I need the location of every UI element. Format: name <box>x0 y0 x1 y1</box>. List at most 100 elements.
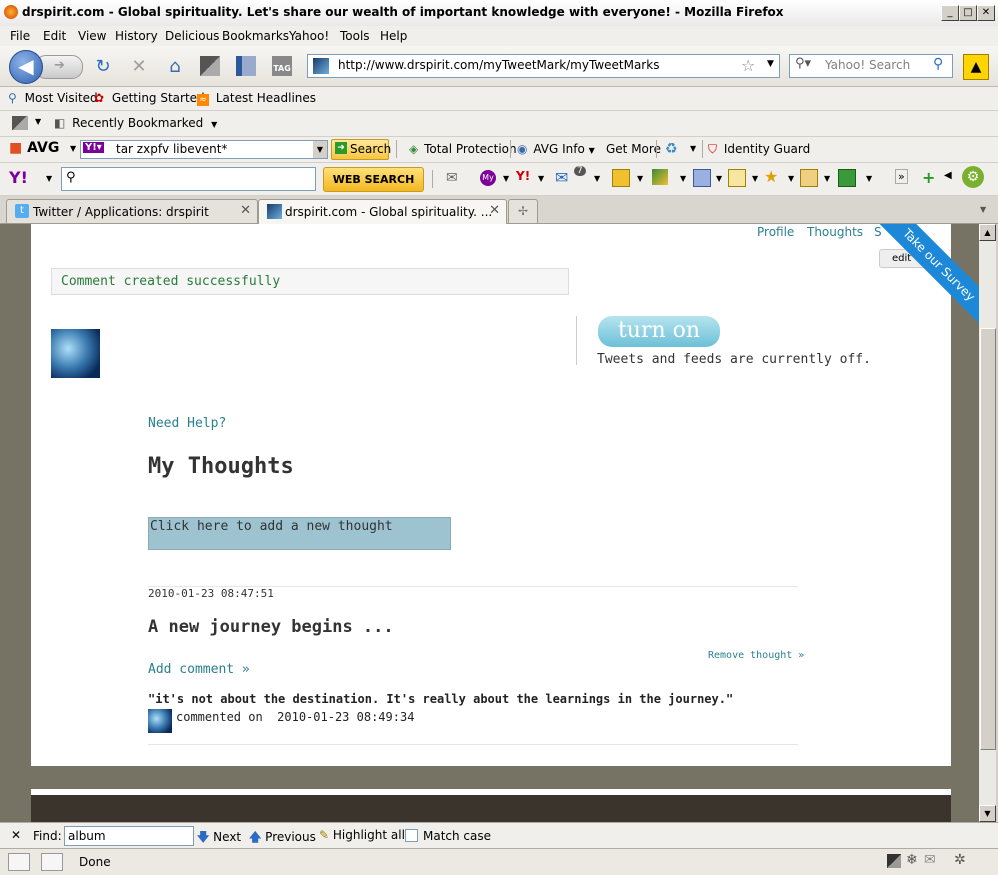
s-link[interactable]: S <box>874 225 882 239</box>
tab-drspirit[interactable]: drspirit.com - Global spirituality. ... … <box>258 199 507 224</box>
notes-icon[interactable] <box>728 169 746 187</box>
chevron-down-icon[interactable]: ▼ <box>752 174 758 183</box>
my-yahoo-icon[interactable]: My <box>480 170 496 186</box>
home-icon[interactable]: ⌂ <box>164 56 186 78</box>
screen-dropdown-icon[interactable]: ▼ <box>35 117 41 126</box>
chevron-down-icon[interactable]: ▼ <box>46 174 52 183</box>
mail-icon[interactable]: ✉ <box>555 168 568 187</box>
sidebar-icon[interactable] <box>236 56 258 78</box>
addon-icon[interactable] <box>887 854 901 868</box>
snowflake-icon[interactable]: ❄ <box>906 852 918 868</box>
scrollbar-thumb[interactable] <box>980 328 996 750</box>
notepad-icon[interactable] <box>612 169 630 187</box>
overflow-chevron-icon[interactable]: » <box>895 169 908 184</box>
screen-grab-icon[interactable] <box>200 56 222 78</box>
match-case-checkbox[interactable] <box>405 829 418 842</box>
chevron-down-icon[interactable]: ▼ <box>538 174 544 183</box>
new-tab-button[interactable]: ✢ <box>508 199 538 223</box>
search-go-icon[interactable]: ⚲ <box>933 56 943 72</box>
yahoo-y-icon[interactable]: Y! <box>516 169 530 183</box>
menu-tools[interactable]: Tools <box>340 29 370 43</box>
firebug-icon[interactable]: ✲ <box>954 852 966 868</box>
scroll-left-icon[interactable]: ◀ <box>944 170 952 181</box>
scroll-down-icon[interactable]: ▼ <box>979 805 996 822</box>
search-engine-icon[interactable]: ⚲▾ <box>795 56 811 71</box>
menu-yahoo[interactable]: Yahoo! <box>289 29 329 43</box>
menu-help[interactable]: Help <box>380 29 407 43</box>
avg-search-dropdown-icon[interactable]: ▼ <box>313 141 327 158</box>
envelope-icon[interactable] <box>800 169 818 187</box>
menu-delicious[interactable]: Delicious <box>165 29 219 43</box>
mail-status-icon[interactable]: ✉ <box>924 852 936 868</box>
get-more-item[interactable]: Get More <box>606 142 661 156</box>
menu-history[interactable]: History <box>115 29 158 43</box>
chevron-down-icon[interactable]: ▼ <box>788 174 794 183</box>
scroll-up-icon[interactable]: ▲ <box>979 224 996 241</box>
screen-icon[interactable] <box>12 116 28 130</box>
bookmarks-icon[interactable] <box>693 169 711 187</box>
recycle-icon[interactable]: ♻ <box>665 141 678 157</box>
yahoo-search-input[interactable]: ⚲ <box>61 167 316 191</box>
menu-edit[interactable]: Edit <box>43 29 66 43</box>
identity-guard-item[interactable]: ⛉ Identity Guard <box>708 142 810 157</box>
page-icon[interactable] <box>41 853 63 871</box>
bookmark-star-icon[interactable]: ☆ <box>741 56 755 75</box>
find-input[interactable] <box>64 826 194 846</box>
close-find-icon[interactable]: ✕ <box>11 828 21 842</box>
back-button[interactable]: ◀ <box>9 50 43 84</box>
avg-info-item[interactable]: ◉ AVG Info ▼ <box>517 142 595 156</box>
photo-icon[interactable] <box>652 169 668 185</box>
chevron-down-icon[interactable]: ▼ <box>716 174 722 183</box>
latest-headlines-bookmark[interactable]: ≈ Latest Headlines <box>197 91 316 106</box>
add-button-icon[interactable]: + <box>922 168 935 187</box>
menu-view[interactable]: View <box>78 29 106 43</box>
avg-dropdown-icon[interactable]: ▼ <box>70 144 76 153</box>
screen-icon[interactable] <box>8 853 30 871</box>
thoughts-link[interactable]: Thoughts <box>807 225 863 239</box>
reload-icon[interactable]: ↻ <box>92 56 114 78</box>
survey-ribbon[interactable]: Take our Survey <box>873 224 979 331</box>
menu-file[interactable]: File <box>10 29 30 43</box>
total-protection-item[interactable]: ◈ Total Protection <box>409 142 517 156</box>
chevron-down-icon[interactable]: ▼ <box>680 174 686 183</box>
maximize-button[interactable]: □ <box>959 5 977 21</box>
star-icon[interactable]: ★ <box>764 167 778 186</box>
chevron-down-icon[interactable]: ▼ <box>503 174 509 183</box>
yahoo-logo[interactable]: Y! <box>9 168 28 187</box>
match-case-label[interactable]: Match case <box>423 829 491 843</box>
answers-icon[interactable]: ✉ <box>446 170 458 186</box>
tag-icon[interactable]: TAG <box>272 56 294 78</box>
tab-twitter[interactable]: t Twitter / Applications: drspirit ✕ <box>6 199 258 223</box>
close-tab-icon[interactable]: ✕ <box>489 203 500 218</box>
avg-search-button[interactable]: ➜ Search <box>331 139 391 160</box>
extension-icon[interactable]: ▲ <box>963 54 989 80</box>
chevron-down-icon[interactable]: ▼ <box>824 174 830 183</box>
minimize-button[interactable]: _ <box>941 5 959 21</box>
add-comment-link[interactable]: Add comment » <box>148 662 250 677</box>
highlight-all-button[interactable]: ✎ Highlight all <box>319 828 405 842</box>
find-previous-button[interactable]: 🡅 Previous <box>249 828 316 849</box>
close-tab-icon[interactable]: ✕ <box>240 203 251 218</box>
url-dropdown-icon[interactable]: ▼ <box>767 59 774 69</box>
need-help-link[interactable]: Need Help? <box>148 416 226 431</box>
find-next-button[interactable]: 🡇 Next <box>197 828 241 849</box>
menu-bookmarks[interactable]: Bookmarks <box>222 29 289 43</box>
stop-icon[interactable]: ✕ <box>128 56 150 78</box>
chevron-down-icon[interactable]: ▼ <box>866 174 872 183</box>
add-thought-button[interactable]: Click here to add a new thought <box>148 517 451 550</box>
recently-bookmarked-menu[interactable]: ◧ Recently Bookmarked ▼ <box>54 116 217 130</box>
vertical-scrollbar[interactable]: ▲ ▼ <box>979 224 996 822</box>
remove-thought-link[interactable]: Remove thought » <box>708 650 804 661</box>
chevron-down-icon[interactable]: ▼ <box>690 144 696 153</box>
tab-list-icon[interactable]: ▼ <box>980 205 986 214</box>
web-search-button[interactable]: WEB SEARCH <box>323 167 424 192</box>
profile-link[interactable]: Profile <box>757 225 794 239</box>
getting-started-bookmark[interactable]: ✿ Getting Started <box>94 91 205 105</box>
turn-on-button[interactable]: turn on <box>598 316 720 347</box>
chevron-down-icon[interactable]: ▼ <box>637 174 643 183</box>
avg-logo[interactable]: ■ AVG <box>9 140 59 156</box>
url-bar[interactable]: http://www.drspirit.com/myTweetMark/myTw… <box>307 54 780 78</box>
chevron-down-icon[interactable]: ▼ <box>594 174 600 183</box>
calendar-icon[interactable] <box>838 169 856 187</box>
close-button[interactable]: ✕ <box>977 5 995 21</box>
